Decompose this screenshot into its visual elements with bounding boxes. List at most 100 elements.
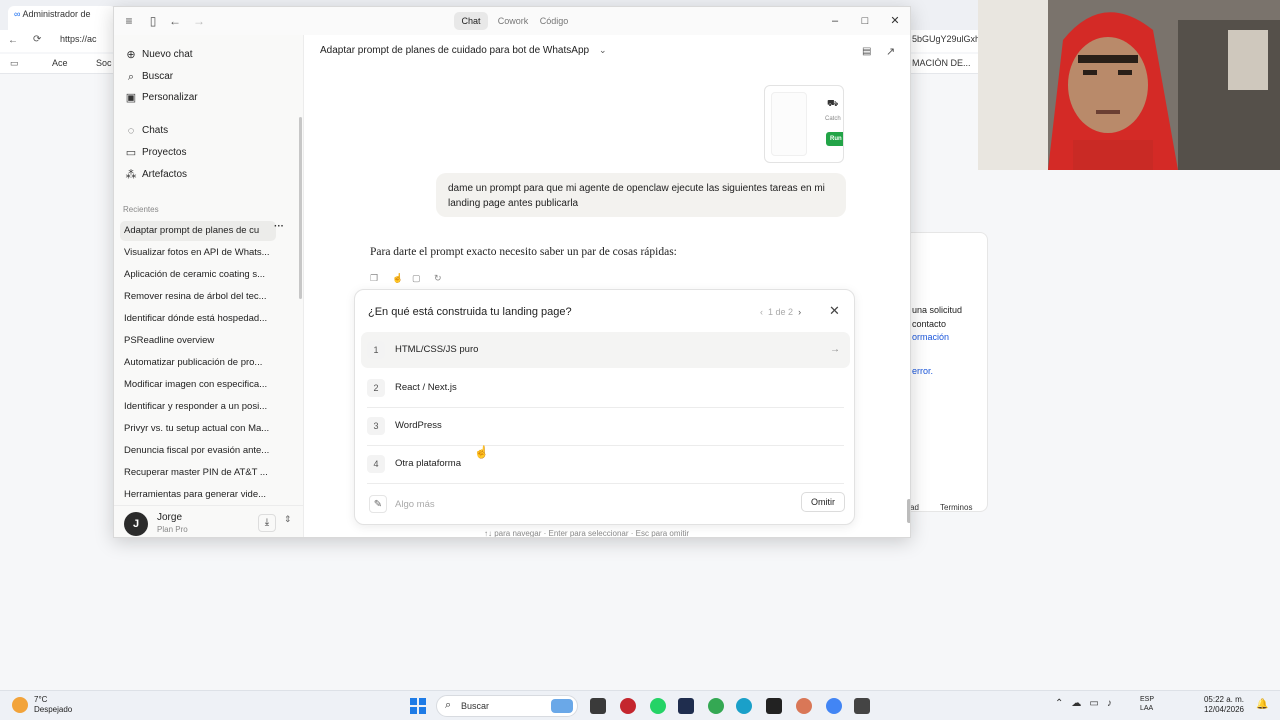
option-html-css-js[interactable]: 1 HTML/CSS/JS puro → <box>361 332 850 368</box>
option-other-platform[interactable]: 4 Otra plataforma <box>361 446 850 482</box>
bookmark-item-right[interactable]: MACIÓN DE... <box>912 58 978 68</box>
menu-icon[interactable]: ≡ <box>122 14 136 28</box>
windows-start-icon[interactable] <box>410 698 426 714</box>
sidebar-item-artifacts[interactable]: ⁂ Artefactos <box>120 165 298 185</box>
sidebar-item-customize[interactable]: ▣ Personalizar <box>120 88 298 108</box>
clock[interactable]: 05:22 a. m. 12/04/2026 <box>1200 695 1244 715</box>
tab-codigo[interactable]: Código <box>536 12 572 30</box>
chevron-down-icon[interactable]: ⌄ <box>599 45 607 56</box>
chevron-right-icon[interactable]: › <box>798 307 801 317</box>
skip-button[interactable]: Omitir <box>801 492 845 512</box>
recent-chat-item[interactable]: Automatizar publicación de pro... <box>120 353 288 373</box>
notification-bell-icon[interactable]: 🔔 <box>1256 699 1268 710</box>
weather-sun-icon[interactable] <box>12 697 28 713</box>
search-icon: ⌕ <box>445 699 452 711</box>
clock-time: 05:22 a. m. <box>1203 695 1244 704</box>
recent-chat-item[interactable]: Recuperar master PIN de AT&T ... <box>120 463 288 483</box>
other-answer-input[interactable] <box>395 496 755 512</box>
recent-chat-item[interactable]: Denuncia fiscal por evasión ante... <box>120 441 288 461</box>
chevron-left-icon[interactable]: ‹ <box>760 307 763 317</box>
recent-chat-item[interactable]: Adaptar prompt de planes de cu <box>120 221 276 241</box>
sidebar-scrollbar[interactable] <box>299 117 302 299</box>
recent-chat-item[interactable]: Herramientas para generar vide... <box>120 485 288 505</box>
recent-chat-item[interactable]: Identificar y responder a un posi... <box>120 397 288 417</box>
sidebar-item-new-chat[interactable]: ⊕ Nuevo chat <box>120 45 298 65</box>
bg-link[interactable]: ormación <box>912 332 949 342</box>
app-red-icon[interactable] <box>620 698 636 714</box>
recent-chat-item[interactable]: PSReadline overview <box>120 331 288 351</box>
sidebar-item-search[interactable]: ⌕ Buscar <box>120 67 298 87</box>
sidebar-item-chats[interactable]: ◌ Chats <box>120 121 298 141</box>
sidebar-toggle-icon[interactable]: ▯ <box>146 14 160 28</box>
sidebar-item-projects[interactable]: ▭ Proyectos <box>120 143 298 163</box>
recent-chat-item[interactable]: Modificar imagen con especifica... <box>120 375 288 395</box>
sidebar-item-label: Buscar <box>142 71 174 82</box>
main-scrollbar[interactable] <box>907 499 910 523</box>
terminal-icon[interactable] <box>766 698 782 714</box>
back-arrow-icon[interactable]: ← <box>168 14 182 28</box>
run-button[interactable]: Run <box>826 132 843 146</box>
recent-chat-item[interactable]: Privyr vs. tu setup actual con Ma... <box>120 419 288 439</box>
sidebar-item-label: Personalizar <box>142 92 198 103</box>
thumbs-up-icon[interactable]: ☝ <box>392 273 403 284</box>
minimize-icon[interactable]: – <box>827 14 843 28</box>
question-title: ¿En qué está construida tu landing page? <box>368 306 572 318</box>
more-options-icon[interactable]: ··· <box>274 221 290 232</box>
webcam-feed <box>978 0 1280 170</box>
whatsapp-icon[interactable] <box>650 698 666 714</box>
recent-chat-item[interactable]: Remover resina de árbol del tec... <box>120 287 288 307</box>
back-icon[interactable]: ← <box>8 35 18 46</box>
system-tray-icons[interactable]: ⌃☁▭♪ <box>1055 698 1120 709</box>
chrome-profile-icon[interactable] <box>826 698 842 714</box>
weather-temperature[interactable]: 7°C <box>34 695 47 704</box>
download-icon[interactable]: ⤓ <box>258 514 276 532</box>
bookmark-item[interactable]: Ace <box>52 58 68 68</box>
bg-footer-link[interactable]: ad <box>910 503 919 512</box>
chevron-updown-icon[interactable]: ⇕ <box>284 514 292 525</box>
clock-date: 12/04/2026 <box>1203 705 1244 714</box>
close-icon[interactable]: ✕ <box>887 14 903 28</box>
taskbar-search[interactable]: ⌕ Buscar <box>436 695 578 717</box>
chrome-icon[interactable] <box>708 698 724 714</box>
assistant-message: Para darte el prompt exacto necesito sab… <box>370 246 677 258</box>
document-icon[interactable]: ▤ <box>862 46 871 57</box>
option-number: 2 <box>367 379 385 397</box>
forward-arrow-icon[interactable]: → <box>192 14 206 28</box>
edge-icon[interactable] <box>736 698 752 714</box>
reload-icon[interactable]: ⟳ <box>33 34 41 45</box>
task-view-icon[interactable] <box>590 698 606 714</box>
claude-icon[interactable] <box>796 698 812 714</box>
option-wordpress[interactable]: 3 WordPress <box>361 408 850 444</box>
app-dark-icon[interactable] <box>678 698 694 714</box>
copy-icon[interactable]: ❐ <box>370 273 378 284</box>
tab-cowork[interactable]: Cowork <box>492 12 534 30</box>
weather-description[interactable]: Despejado <box>34 705 72 714</box>
bookmark-icon[interactable]: ▭ <box>10 58 19 69</box>
recent-chat-item[interactable]: Aplicación de ceramic coating s... <box>120 265 288 285</box>
bookmark-item[interactable]: Soc <box>96 58 112 68</box>
bg-link[interactable]: error. <box>912 366 933 376</box>
artifact-thumbnail[interactable]: ⛟ Catch Run <box>764 85 844 163</box>
app-cube-icon[interactable] <box>854 698 870 714</box>
pencil-icon: ✎ <box>369 495 387 513</box>
language-indicator[interactable]: ESP LAA <box>1140 695 1154 713</box>
share-icon[interactable]: ↗ <box>886 45 895 58</box>
thumbs-down-icon[interactable]: ▢ <box>412 273 421 284</box>
bg-footer-link[interactable]: Terminos <box>940 503 972 512</box>
keyboard-hints: ↑↓ para navegar · Enter para seleccionar… <box>484 529 689 538</box>
recent-chat-item[interactable]: Identificar dónde está hospedad... <box>120 309 288 329</box>
retry-icon[interactable]: ↻ <box>434 273 442 284</box>
browser-tab[interactable]: ∞ Administrador de <box>8 6 116 30</box>
option-react-next[interactable]: 2 React / Next.js <box>361 370 850 406</box>
close-icon[interactable]: ✕ <box>829 303 840 319</box>
user-menu[interactable]: J Jorge Plan Pro ⤓ ⇕ <box>114 505 304 537</box>
avatar[interactable]: J <box>124 512 148 536</box>
briefcase-icon: ▣ <box>125 92 137 104</box>
maximize-icon[interactable]: □ <box>857 14 873 28</box>
sidebar-item-label: Proyectos <box>142 147 187 158</box>
main-content: Adaptar prompt de planes de cuidado para… <box>304 35 910 538</box>
chat-title[interactable]: Adaptar prompt de planes de cuidado para… <box>320 45 589 56</box>
recent-chat-item[interactable]: Visualizar fotos en API de Whats... <box>120 243 288 263</box>
tab-chat[interactable]: Chat <box>454 12 488 30</box>
artifact-preview <box>771 92 807 156</box>
